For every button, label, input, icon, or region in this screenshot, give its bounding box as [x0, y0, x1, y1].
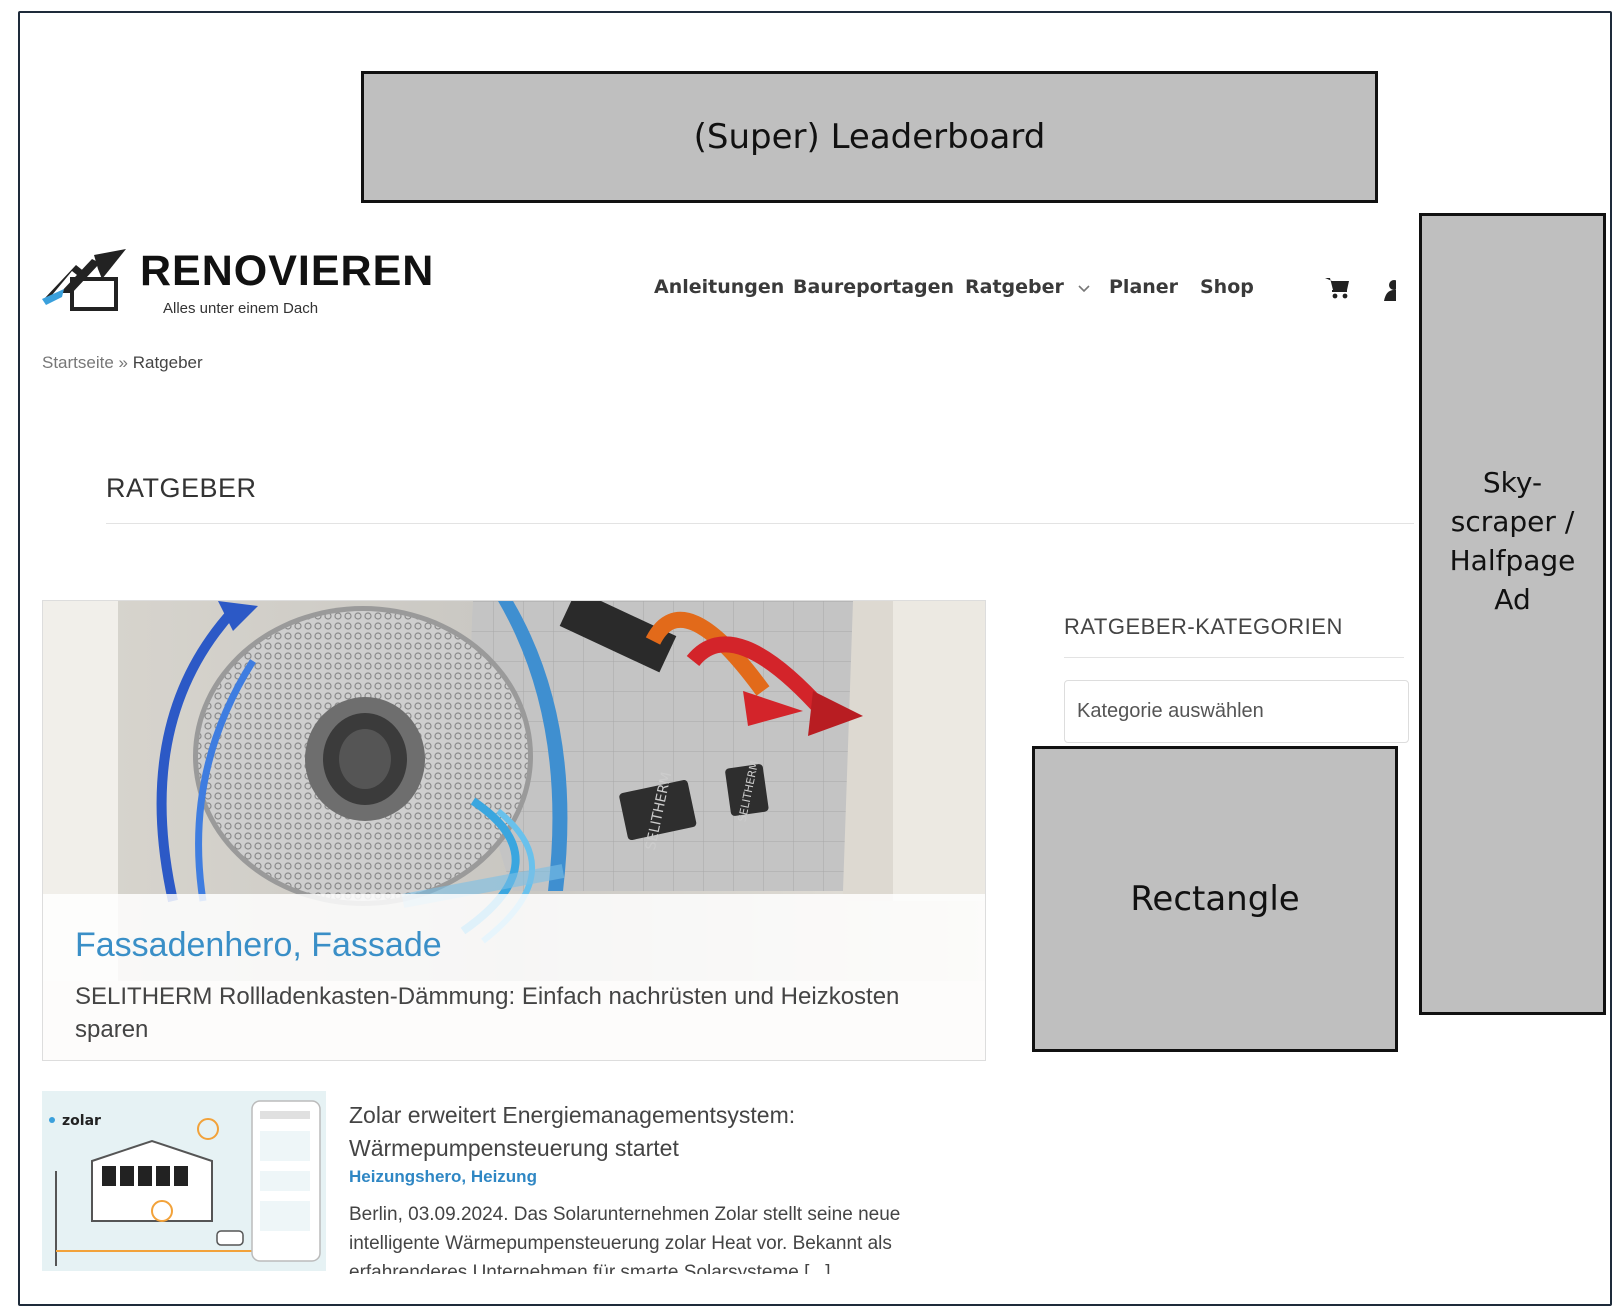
- chevron-down-icon: [1077, 284, 1090, 292]
- hero-article-card[interactable]: SELITHERM SELITHERM Fassadenhero, Fassad…: [42, 600, 986, 1061]
- thumb-brand: zolar: [62, 1113, 101, 1129]
- rectangle-ad[interactable]: Rectangle: [1032, 746, 1398, 1052]
- page-title: RATGEBER: [106, 473, 257, 503]
- hero-title[interactable]: SELITHERM Rollladenkasten-Dämmung: Einfa…: [75, 980, 935, 1046]
- leaderboard-ad[interactable]: (Super) Leaderboard: [361, 71, 1378, 203]
- breadcrumb-separator: »: [113, 353, 133, 372]
- breadcrumb-home-link[interactable]: Startseite: [42, 353, 114, 372]
- nav-item-ratgeber[interactable]: Ratgeber: [965, 276, 1091, 298]
- skyscraper-ad[interactable]: Sky-scraper / Halfpage Ad: [1419, 213, 1606, 1015]
- house-logo-icon: [42, 249, 126, 311]
- sidebar-divider: [1064, 657, 1404, 658]
- hero-categories[interactable]: Fassadenhero, Fassade: [75, 926, 442, 965]
- page-frame: (Super) Leaderboard RENOVIEREN Alles unt…: [18, 11, 1612, 1306]
- nav-item-baureportagen[interactable]: Baureportagen: [793, 276, 954, 298]
- leaderboard-ad-label: (Super) Leaderboard: [693, 117, 1046, 157]
- list-item[interactable]: zolar Zolar erweitert Energiemanagements…: [42, 1091, 986, 1275]
- logo-tagline: Alles unter einem Dach: [163, 300, 319, 317]
- nav-item-ratgeber-label: Ratgeber: [965, 276, 1064, 298]
- breadcrumb: Startseite » Ratgeber: [42, 353, 203, 373]
- post-thumbnail[interactable]: zolar: [42, 1091, 326, 1271]
- sidebar-title: RATGEBER-KATEGORIEN: [1064, 614, 1343, 639]
- logo-wordmark: RENOVIEREN: [140, 247, 435, 295]
- post-title[interactable]: Zolar erweitert Energiemanagementsystem:…: [349, 1099, 949, 1165]
- nav-item-planer[interactable]: Planer: [1109, 276, 1178, 298]
- post-categories[interactable]: Heizungshero, Heizung: [349, 1167, 537, 1187]
- nav-item-anleitungen[interactable]: Anleitungen: [654, 276, 784, 298]
- nav-item-shop[interactable]: Shop: [1200, 276, 1254, 298]
- category-select-placeholder: Kategorie auswählen: [1077, 700, 1264, 722]
- post-excerpt: Berlin, 03.09.2024. Das Solarunternehmen…: [349, 1204, 901, 1274]
- category-select[interactable]: Kategorie auswählen: [1064, 680, 1409, 743]
- title-divider: [106, 523, 1414, 524]
- rectangle-ad-label: Rectangle: [1130, 879, 1300, 919]
- skyscraper-ad-label: Sky-scraper / Halfpage Ad: [1449, 466, 1576, 616]
- user-icon[interactable]: [1384, 279, 1396, 301]
- breadcrumb-current: Ratgeber: [132, 353, 203, 372]
- cart-icon[interactable]: [1325, 276, 1351, 300]
- site-logo[interactable]: RENOVIEREN Alles unter einem Dach: [42, 243, 462, 323]
